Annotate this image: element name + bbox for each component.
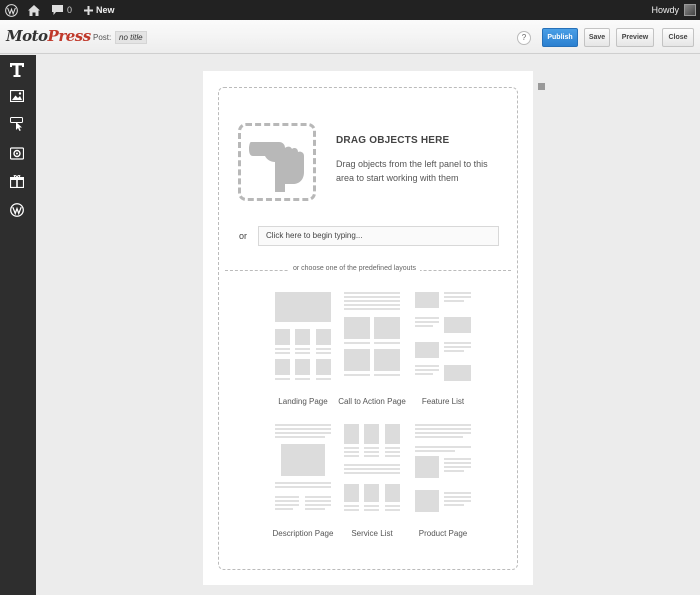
- sidebar-item-button[interactable]: [8, 115, 26, 133]
- wordpress-logo-button[interactable]: [0, 0, 22, 20]
- sidebar-item-image[interactable]: [8, 87, 26, 105]
- editor-toolbar: MotoPress Post: no title ? Publish Save …: [0, 20, 700, 54]
- begin-typing-input[interactable]: Click here to begin typing...: [258, 226, 499, 246]
- save-button[interactable]: Save: [584, 28, 610, 47]
- motopress-logo: MotoPress: [6, 27, 91, 45]
- layout-service-list[interactable]: Service List: [337, 424, 407, 538]
- home-button[interactable]: [22, 0, 46, 20]
- pointing-hand-icon: [249, 142, 304, 192]
- plus-icon: [84, 5, 94, 15]
- button-icon: [10, 117, 23, 131]
- wordpress-icon: [10, 203, 24, 217]
- video-icon: [10, 146, 24, 160]
- call-to-action-layout-icon: [344, 292, 400, 376]
- publish-button[interactable]: Publish: [542, 28, 578, 47]
- objects-sidebar: [0, 55, 36, 595]
- comments-button[interactable]: 0: [46, 0, 78, 20]
- wordpress-icon: [4, 3, 18, 17]
- comment-icon: [52, 5, 63, 15]
- layout-call-to-action-page[interactable]: Call to Action Page: [337, 292, 407, 406]
- sidebar-item-wordpress[interactable]: [8, 201, 26, 219]
- drag-placeholder: [238, 123, 316, 201]
- product-page-layout-icon: [415, 424, 471, 512]
- text-icon: [10, 63, 24, 77]
- drag-description: Drag objects from the left panel to this…: [336, 159, 488, 183]
- layouts-divider-label: or choose one of the predefined layouts: [289, 265, 420, 272]
- close-button[interactable]: Close: [662, 28, 694, 47]
- layout-name: Feature List: [421, 397, 465, 406]
- drag-title: DRAG OBJECTS HERE: [336, 135, 450, 146]
- howdy-label: Howdy: [651, 5, 679, 15]
- layout-feature-list[interactable]: Feature List: [408, 292, 478, 406]
- widget-icon: [10, 174, 24, 188]
- help-button[interactable]: ?: [517, 31, 531, 45]
- layout-name: Product Page: [418, 529, 468, 538]
- drop-zone[interactable]: DRAG OBJECTS HERE Drag objects from the …: [218, 87, 518, 570]
- description-page-layout-icon: [275, 424, 331, 510]
- feature-list-layout-icon: [415, 292, 471, 381]
- new-label: New: [96, 5, 115, 15]
- sidebar-item-text[interactable]: [8, 61, 26, 79]
- comment-count: 0: [67, 5, 73, 15]
- new-content-button[interactable]: New: [78, 0, 121, 20]
- or-label: or: [239, 231, 248, 241]
- preview-button[interactable]: Preview: [616, 28, 654, 47]
- post-title-field[interactable]: no title: [115, 31, 147, 44]
- avatar: [684, 4, 696, 16]
- layout-product-page[interactable]: Product Page: [408, 424, 478, 538]
- layout-description-page[interactable]: Description Page: [268, 424, 338, 538]
- service-list-layout-icon: [344, 424, 400, 511]
- landing-page-layout-icon: [275, 292, 331, 380]
- admin-bar: 0 New Howdy: [0, 0, 700, 20]
- sidebar-item-video[interactable]: [8, 144, 26, 162]
- image-icon: [10, 90, 24, 102]
- user-menu[interactable]: Howdy: [651, 0, 696, 20]
- page-resize-handle[interactable]: [538, 83, 545, 90]
- home-icon: [28, 4, 40, 16]
- post-label: Post:: [93, 33, 112, 42]
- layout-landing-page[interactable]: Landing Page: [268, 292, 338, 406]
- sidebar-item-widget[interactable]: [8, 172, 26, 190]
- page-canvas: DRAG OBJECTS HERE Drag objects from the …: [203, 71, 533, 585]
